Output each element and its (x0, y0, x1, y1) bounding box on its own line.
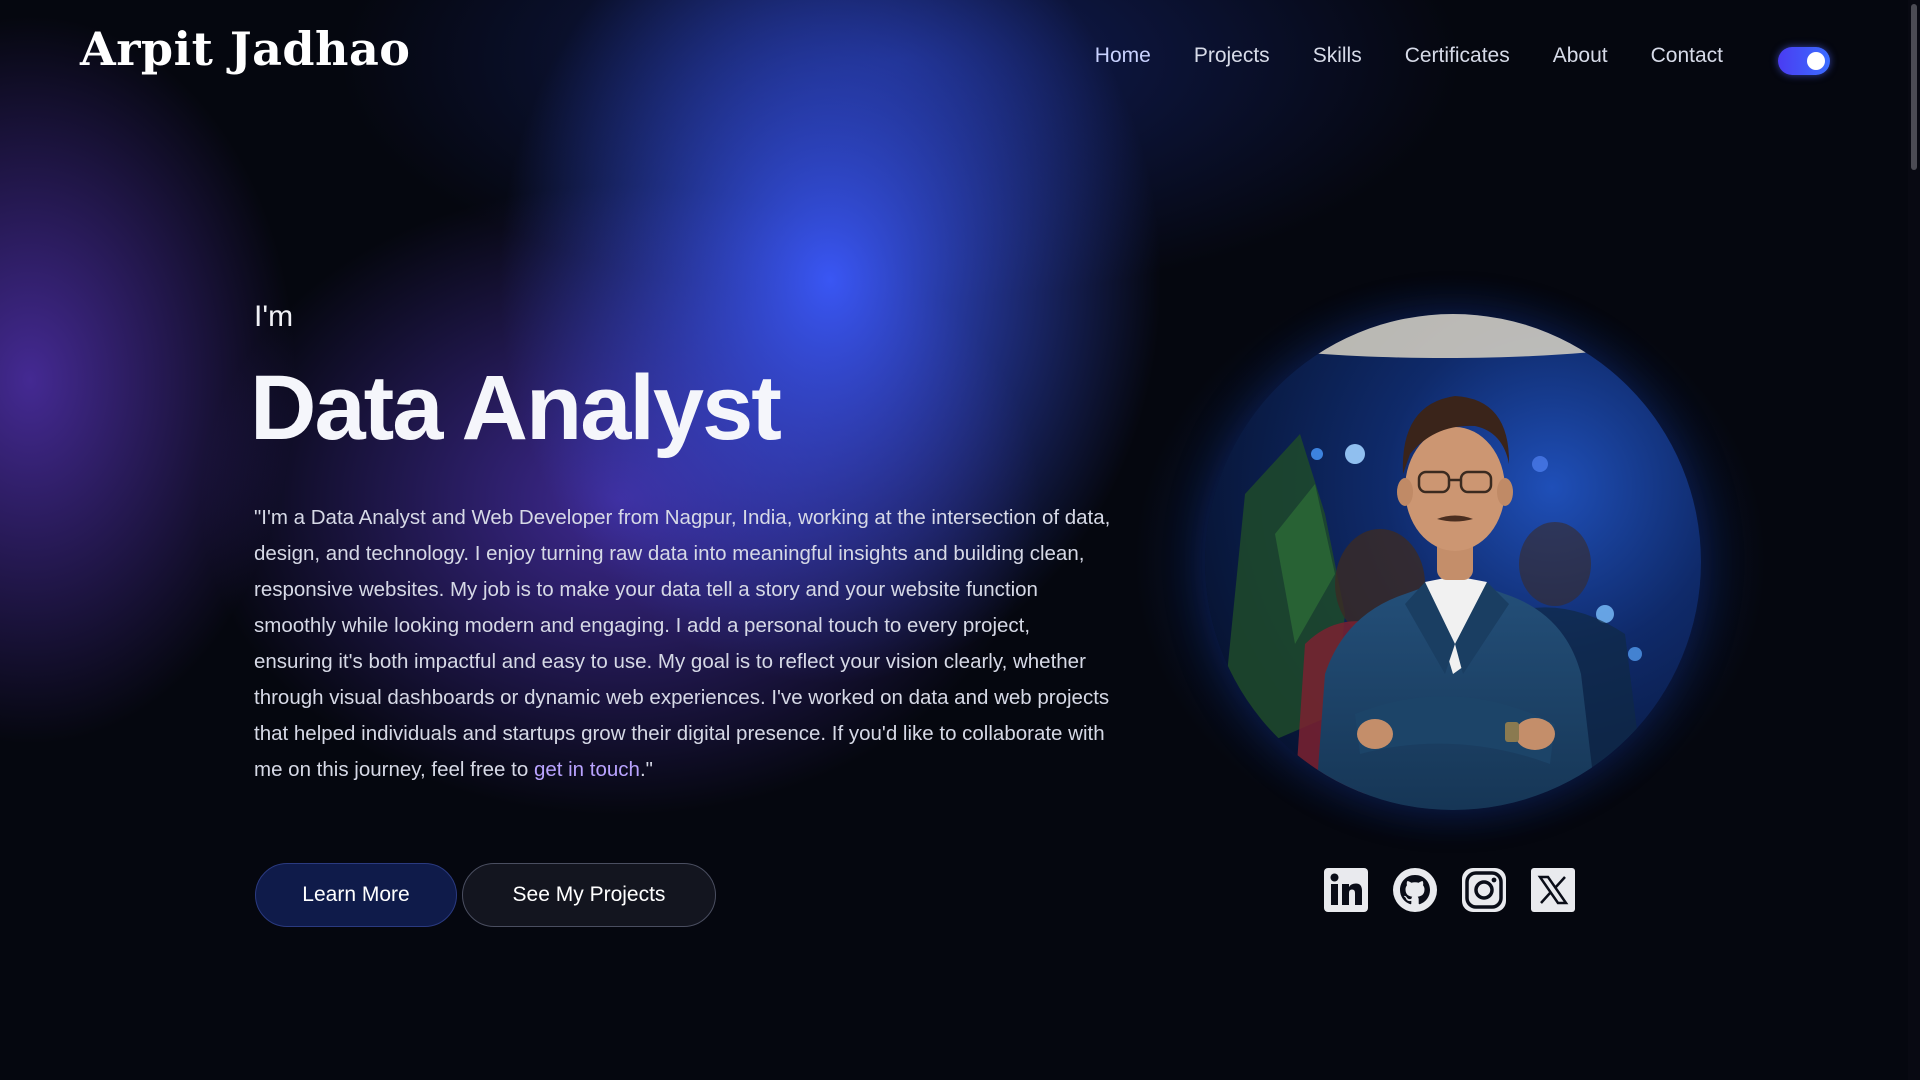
nav-projects[interactable]: Projects (1194, 44, 1270, 68)
bio-end: ." (639, 758, 653, 781)
social-links (1323, 867, 1599, 913)
main-nav: Home Projects Skills Certificates About … (1052, 44, 1723, 68)
nav-skills[interactable]: Skills (1313, 44, 1362, 68)
nav-about[interactable]: About (1553, 44, 1608, 68)
x-icon[interactable] (1530, 867, 1576, 913)
hero-intro: I'm (254, 300, 294, 333)
scrollbar-thumb[interactable] (1911, 4, 1917, 170)
nav-contact[interactable]: Contact (1651, 44, 1723, 68)
hero-role-title: Data Analyst (250, 357, 782, 459)
linkedin-icon[interactable] (1323, 867, 1369, 913)
get-in-touch-link[interactable]: get in touch (534, 758, 640, 781)
site-logo[interactable]: Arpit Jadhao (80, 22, 411, 76)
github-icon[interactable] (1392, 867, 1438, 913)
see-projects-button[interactable]: See My Projects (462, 863, 716, 927)
nav-home[interactable]: Home (1095, 44, 1151, 68)
page: Arpit Jadhao Home Projects Skills Certif… (0, 0, 1920, 1080)
instagram-icon[interactable] (1461, 867, 1507, 913)
profile-photo (1205, 314, 1701, 810)
learn-more-button[interactable]: Learn More (255, 863, 457, 927)
toggle-knob (1807, 52, 1825, 70)
page-scrollbar[interactable] (1908, 0, 1920, 1080)
bio-text: "I'm a Data Analyst and Web Developer fr… (254, 506, 1111, 781)
nav-certificates[interactable]: Certificates (1405, 44, 1510, 68)
theme-toggle[interactable] (1778, 47, 1830, 75)
hero-bio: "I'm a Data Analyst and Web Developer fr… (254, 500, 1114, 788)
